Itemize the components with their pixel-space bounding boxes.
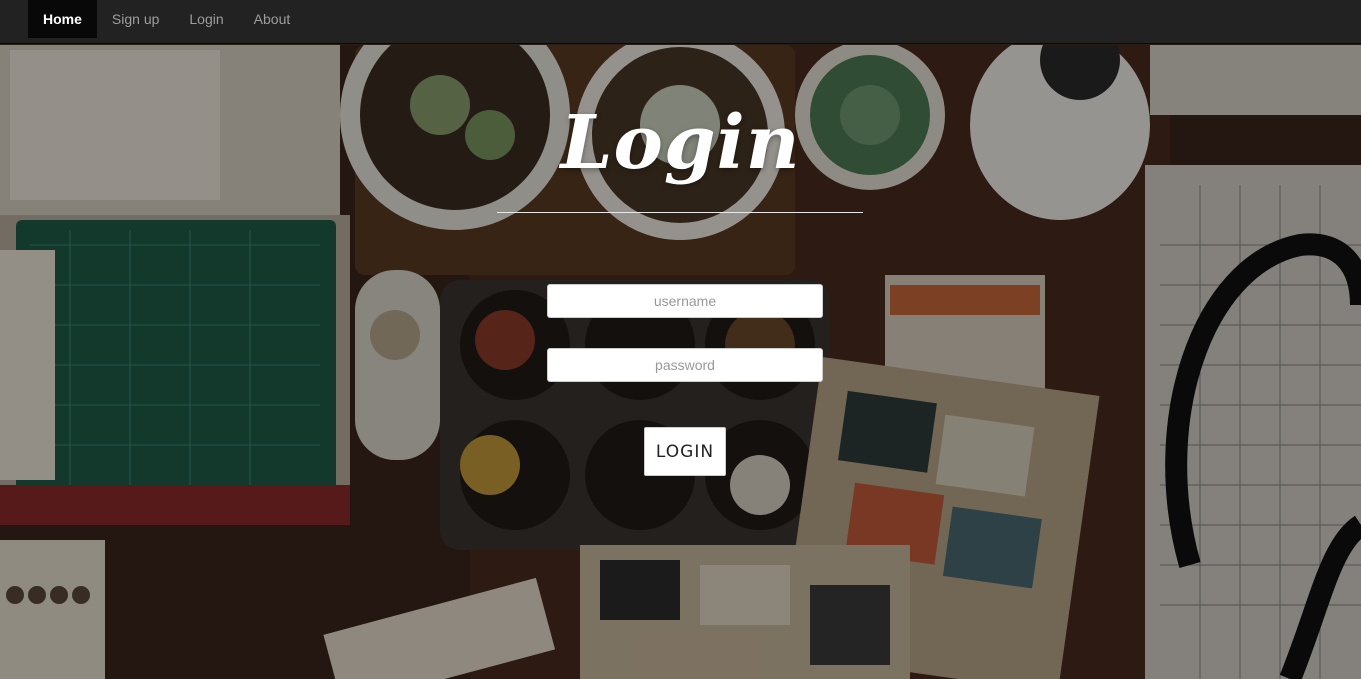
nav-about[interactable]: About <box>239 0 306 38</box>
nav-home[interactable]: Home <box>28 0 97 38</box>
username-input[interactable] <box>547 284 823 318</box>
page-title: Login <box>560 100 801 186</box>
login-button[interactable]: LOGIN <box>644 427 726 476</box>
nav-login[interactable]: Login <box>174 0 238 38</box>
top-navbar: Home Sign up Login About <box>0 0 1361 44</box>
login-section: Login LOGIN <box>0 0 1361 679</box>
nav-sign-up[interactable]: Sign up <box>97 0 174 38</box>
password-input[interactable] <box>547 348 823 382</box>
title-divider <box>497 212 863 213</box>
